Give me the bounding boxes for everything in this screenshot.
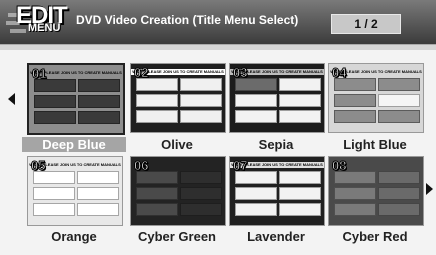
arrow-left-icon[interactable] [8, 93, 15, 105]
header-divider [0, 44, 436, 50]
theme-label-orange[interactable]: Orange [22, 229, 126, 244]
theme-number: 05 [30, 158, 46, 174]
dvd-title-menu-select-screen: EDIT MENU DVD Video Creation (Title Menu… [0, 0, 436, 255]
theme-thumbnail-lavender[interactable]: WATE, PLEASE JOIN US TO CREATE MANUALS 0… [229, 156, 325, 226]
theme-thumbnail-orange[interactable]: WATE, PLEASE JOIN US TO CREATE MANUALS 0… [27, 156, 123, 226]
theme-label-lavender[interactable]: Lavender [224, 229, 328, 244]
theme-number: 02 [133, 65, 149, 81]
theme-number: 06 [133, 158, 149, 174]
theme-label-sepia[interactable]: Sepia [224, 137, 328, 152]
theme-thumbnail-light-blue[interactable]: WATE, PLEASE JOIN US TO CREATE MANUALS 0… [328, 63, 424, 133]
screen-title: DVD Video Creation (Title Menu Select) [76, 13, 299, 27]
logo-menu-text: MENU [28, 22, 61, 34]
theme-thumbnail-sepia[interactable]: WATE, PLEASE JOIN US TO CREATE MANUALS 0… [229, 63, 325, 133]
theme-number: 07 [232, 158, 248, 174]
theme-label-cyber-red[interactable]: Cyber Red [323, 229, 427, 244]
theme-label-olive[interactable]: Olive [125, 137, 229, 152]
theme-number: 03 [232, 65, 248, 81]
page-indicator: 1 / 2 [331, 14, 401, 34]
arrow-right-icon[interactable] [426, 183, 433, 195]
edit-menu-logo: EDIT MENU [6, 2, 68, 41]
theme-thumbnail-cyber-red[interactable]: 08 [328, 156, 424, 226]
theme-label-cyber-green[interactable]: Cyber Green [125, 229, 229, 244]
theme-label-deep-blue[interactable]: Deep Blue [22, 137, 126, 152]
theme-thumbnail-cyber-green[interactable]: 06 [130, 156, 226, 226]
theme-label-light-blue[interactable]: Light Blue [323, 137, 427, 152]
theme-thumbnail-olive[interactable]: WATE, PLEASE JOIN US TO CREATE MANUALS 0… [130, 63, 226, 133]
theme-number: 04 [331, 65, 347, 81]
theme-number: 01 [31, 66, 47, 82]
theme-thumbnail-deep-blue[interactable]: WATE, PLEASE JOIN US TO CREATE MANUALS 0… [27, 63, 125, 135]
theme-number: 08 [331, 158, 347, 174]
header-bar: EDIT MENU DVD Video Creation (Title Menu… [0, 0, 436, 44]
